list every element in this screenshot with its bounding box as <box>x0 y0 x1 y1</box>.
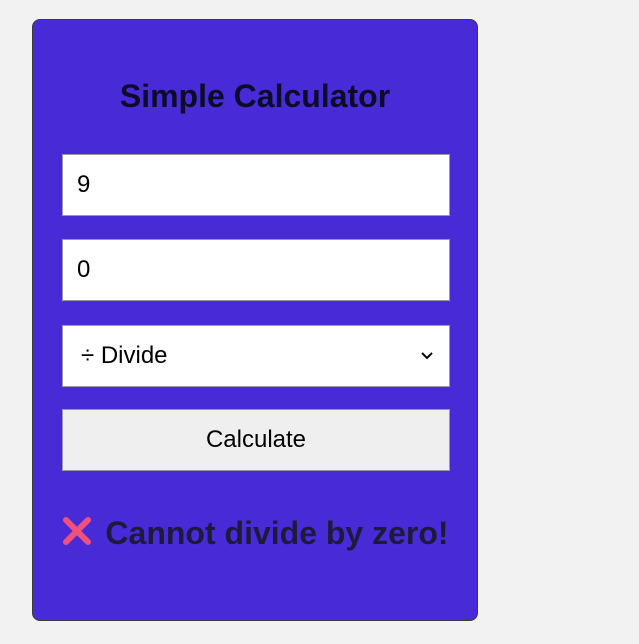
cross-mark-icon <box>61 515 93 547</box>
result-text: Cannot divide by zero! <box>105 515 449 551</box>
operation-selected-value: ÷ Divide <box>81 342 168 369</box>
calculator-title: Simple Calculator <box>119 78 391 114</box>
calculator-card: Simple Calculator ÷ Divide Calculate Can… <box>32 19 478 621</box>
result-message: Cannot divide by zero! <box>53 514 457 552</box>
first-number-input[interactable] <box>62 154 450 216</box>
chevron-down-icon <box>419 348 435 364</box>
second-number-input[interactable] <box>62 239 450 301</box>
calculate-button[interactable]: Calculate <box>62 409 450 471</box>
operation-select[interactable]: ÷ Divide <box>62 325 450 387</box>
